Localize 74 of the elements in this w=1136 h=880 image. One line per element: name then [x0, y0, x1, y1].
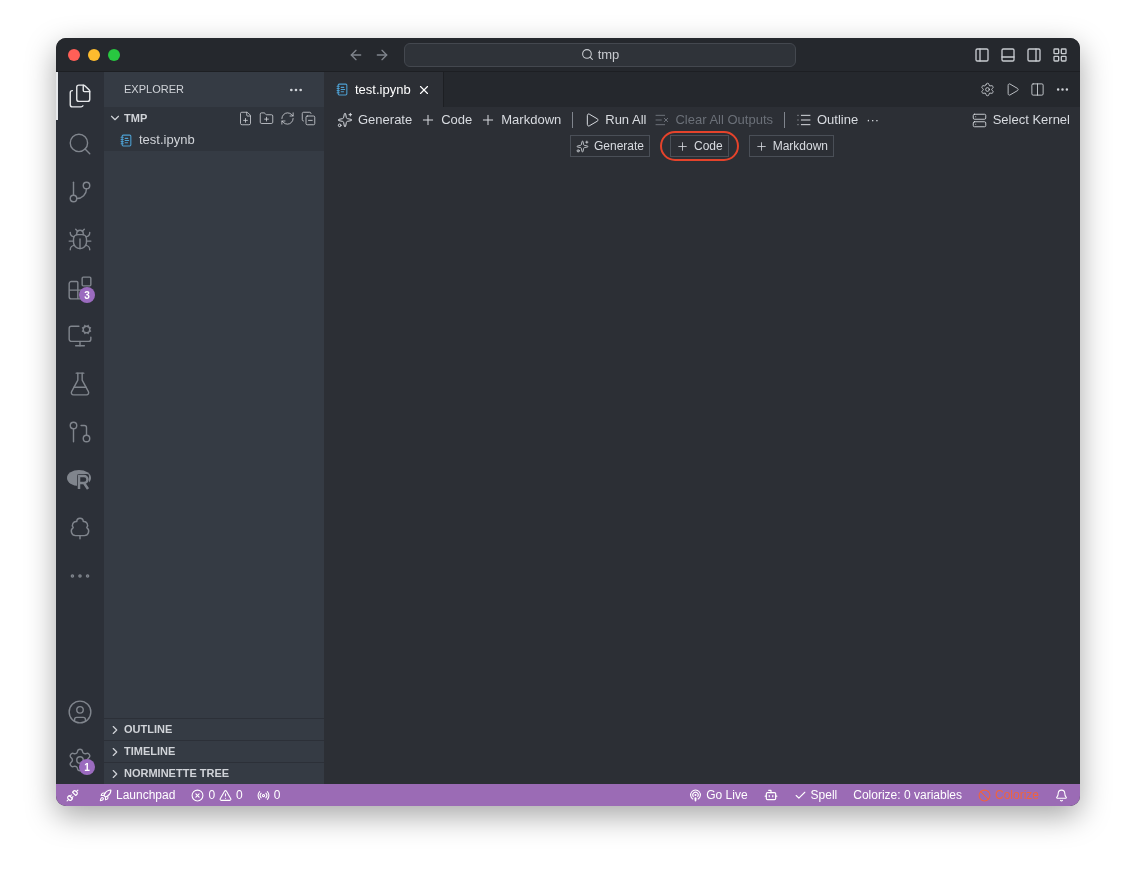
bell-icon — [1055, 788, 1068, 802]
notebook-file-icon — [336, 83, 349, 96]
panel-bottom-icon[interactable] — [1000, 46, 1016, 63]
remote-icon — [66, 788, 79, 802]
add-cell-button[interactable]: Generate — [569, 135, 650, 157]
toolbar-button[interactable]: Outline — [793, 110, 862, 130]
toolbar-button[interactable]: Run All — [581, 110, 650, 130]
server-icon — [971, 112, 987, 128]
layout-icon[interactable] — [1052, 46, 1068, 63]
minimize-window-button[interactable] — [88, 48, 100, 61]
toolbar-button[interactable]: ··· — [863, 110, 883, 130]
panel-left-icon[interactable] — [974, 46, 990, 63]
ports-button[interactable]: 0 — [248, 786, 289, 804]
problems-button[interactable]: 0 0 — [185, 786, 249, 804]
zoom-window-button[interactable] — [108, 48, 120, 61]
monitor-icon[interactable] — [67, 323, 93, 349]
add-cell-button[interactable]: Markdown — [748, 135, 835, 157]
refresh-icon[interactable] — [280, 110, 295, 126]
list-icon — [796, 112, 812, 128]
antenna-icon — [256, 788, 270, 802]
folder-name: TMP — [124, 110, 148, 126]
clear-list-icon — [654, 112, 671, 128]
broadcast-icon — [689, 788, 703, 802]
settings-icon[interactable] — [980, 82, 995, 97]
settings-icon[interactable] — [67, 747, 93, 773]
add-cell-button[interactable]: Code — [670, 135, 729, 157]
spell-button[interactable]: Spell — [785, 786, 846, 804]
launchpad-button[interactable]: Launchpad — [89, 786, 186, 804]
editor-tab[interactable]: test.ipynb — [324, 72, 444, 107]
error-icon — [191, 788, 205, 802]
select-kernel-button[interactable]: Select Kernel — [971, 110, 1070, 130]
branch-icon[interactable] — [67, 179, 93, 205]
panel-right-icon[interactable] — [1026, 46, 1042, 63]
plus-icon — [676, 139, 689, 153]
sparkles-icon — [337, 112, 353, 128]
bug-icon[interactable] — [67, 227, 93, 253]
search-icon[interactable] — [67, 131, 93, 157]
r-logo-icon[interactable] — [66, 468, 94, 492]
new-file-icon[interactable] — [238, 110, 253, 126]
play-icon[interactable] — [1005, 82, 1020, 97]
collapse-icon[interactable] — [301, 110, 316, 126]
blocks-icon[interactable] — [67, 275, 93, 301]
go-live-button[interactable]: Go Live — [681, 786, 756, 804]
section-title: NORMINETTE TREE — [124, 766, 230, 782]
sparkles-icon — [575, 139, 589, 153]
account-icon[interactable] — [67, 699, 93, 725]
robot-icon — [763, 788, 778, 802]
files-icon[interactable] — [67, 83, 93, 109]
rocket-icon — [99, 788, 112, 802]
section-title: TIMELINE — [124, 744, 176, 760]
git-graph-icon[interactable] — [67, 419, 93, 445]
split-editor-icon[interactable] — [1030, 82, 1045, 97]
new-folder-icon[interactable] — [259, 110, 274, 126]
play-icon — [584, 112, 601, 128]
toolbar-button[interactable]: Code — [417, 110, 476, 130]
prohibited-icon — [978, 788, 991, 802]
close-window-button[interactable] — [68, 48, 80, 61]
count-badge: 1 — [79, 759, 95, 775]
file-item[interactable]: test.ipynb — [104, 129, 324, 151]
search-icon — [580, 48, 594, 61]
section-header[interactable]: TIMELINE — [104, 740, 324, 762]
count-badge: 3 — [79, 287, 95, 303]
status-item[interactable]: Colorize: 0 variables — [845, 786, 970, 804]
active-indicator — [56, 72, 58, 120]
section-header[interactable]: OUTLINE — [104, 718, 324, 740]
folder-header[interactable]: TMP — [104, 107, 324, 129]
plus-icon — [754, 139, 768, 153]
toolbar-button[interactable]: Markdown — [477, 110, 565, 130]
command-center-field[interactable]: tmp — [404, 42, 796, 67]
sidebar-title: EXPLORER — [124, 82, 184, 98]
warning-icon — [219, 788, 233, 802]
section-title: OUTLINE — [124, 722, 173, 738]
toolbar-button[interactable]: Generate — [334, 110, 416, 130]
notebook-file-icon — [120, 133, 133, 147]
